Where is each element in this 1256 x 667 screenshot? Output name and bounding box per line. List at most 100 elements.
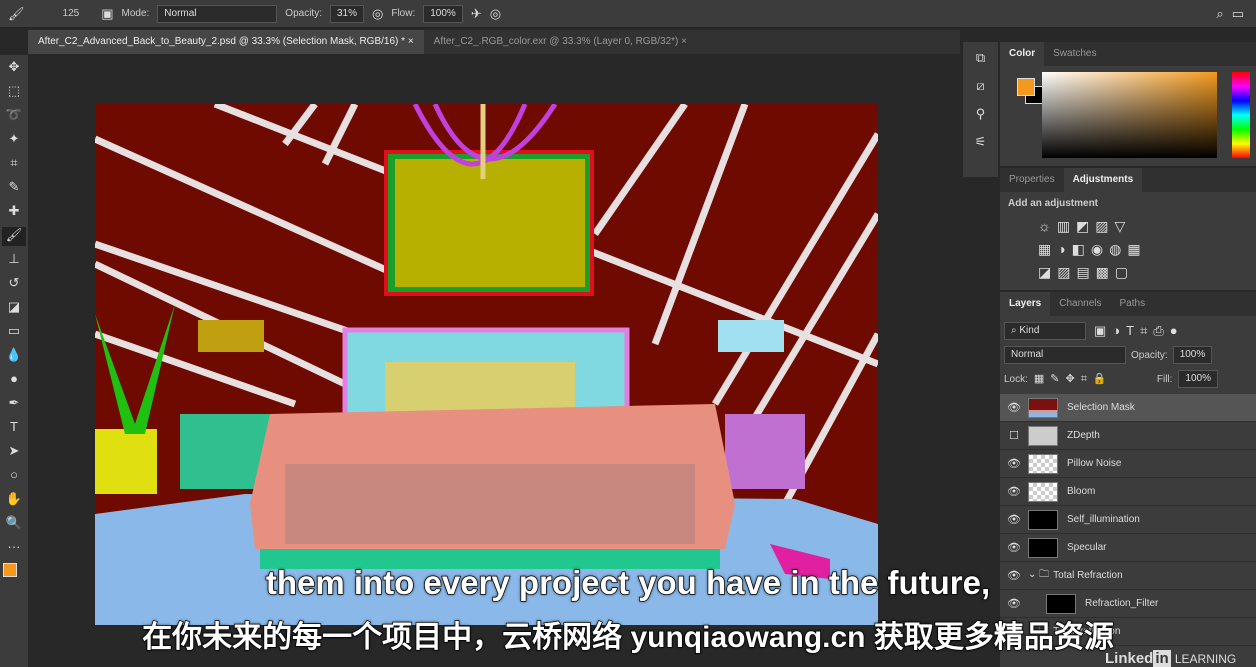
adjust-icon[interactable]: ⚟ [975,134,987,150]
subtitle-chinese: 在你未来的每一个项目中，云桥网络 yunqiaowang.cn 获取更多精品资源 [141,620,1114,655]
mode-label: Mode: [121,8,150,19]
layer-name: Pillow Noise [1067,458,1122,469]
layer-row[interactable]: 👁 Bloom [1000,478,1256,506]
tab-document-1[interactable]: After_C2_Advanced_Back_to_Beauty_2.psd @… [28,30,424,54]
layer-list: 👁 Selection Mask ☐ ZDepth 👁 Pillow Noise 👁 Bloo… [1000,394,1256,646]
layer-opacity-input[interactable]: 100% [1172,346,1213,364]
layer-thumbnail [1028,453,1058,474]
pressure-opacity-icon[interactable]: ◎ [372,6,383,22]
eye-icon[interactable]: 👁 [1000,541,1028,554]
fill-input[interactable]: 100% [1178,370,1218,388]
opacity-label: Opacity: [1131,349,1168,361]
opacity-label: Opacity: [285,8,322,19]
tab-swatches[interactable]: Swatches [1044,42,1105,66]
stamp-tool-icon[interactable]: ⊥ [8,251,19,270]
history-icon[interactable]: ⧉ [976,50,985,66]
pen-tool-icon[interactable]: ✒ [9,395,20,414]
blend-mode-select[interactable]: Normal [1004,346,1126,364]
layer-thumbnail [1028,397,1058,418]
lock-label: Lock: [1004,373,1028,385]
filter-icons[interactable]: ▣◑T⌗⎙● [1094,323,1184,339]
hue-slider[interactable] [1232,72,1250,158]
tab-adjustments[interactable]: Adjustments [1063,168,1143,192]
layer-thumbnail [1028,537,1058,558]
eye-icon[interactable]: 👁 [1000,401,1028,414]
history-brush-icon[interactable]: ↺ [9,275,20,294]
layer-thumbnail [1028,509,1058,530]
brush-tool-icon[interactable]: 🖌 [8,6,25,22]
hand-tool-icon[interactable]: ✋ [6,491,22,510]
eyedropper-icon[interactable]: ✎ [9,179,20,198]
flow-label: Flow: [391,8,416,19]
brush-settings-icon[interactable]: ▣ [101,6,113,22]
layer-thumbnail [1028,425,1058,446]
layer-name: ZDepth [1067,430,1100,441]
lasso-tool-icon[interactable]: ➰ [6,107,22,126]
blur-tool-icon[interactable]: 💧 [6,347,22,366]
mode-select[interactable]: Normal [157,4,278,23]
tab-paths[interactable]: Paths [1111,292,1155,316]
document-canvas[interactable] [95,104,878,625]
visibility-off-box[interactable]: ☐ [1000,429,1028,442]
adjustments-title: Add an adjustment [1008,198,1099,209]
layer-name: Self_illumination [1067,514,1140,525]
eraser-icon[interactable]: ◪ [8,299,20,318]
layer-name: Selection Mask [1067,402,1135,413]
brush-tool-icon[interactable]: 🖌 [2,227,26,246]
tab-color[interactable]: Color [1000,42,1045,66]
layer-row[interactable]: ☐ ZDepth [1000,422,1256,450]
airbrush-icon[interactable]: ✈ [471,6,482,22]
close-icon[interactable]: × [681,36,687,47]
color-field[interactable] [1042,72,1217,158]
clone-source-icon[interactable]: ⚲ [976,106,986,122]
foreground-color[interactable] [1017,78,1035,96]
options-bar: 🖌 125 ▣ Mode: Normal Opacity: 31% ◎ Flow… [0,0,1256,28]
brush-size[interactable]: 125 [63,8,80,19]
healing-brush-icon[interactable]: ✚ [9,203,20,222]
document-tabs: After_C2_Advanced_Back_to_Beauty_2.psd @… [28,30,960,54]
layer-row[interactable]: 👁 Selection Mask [1000,394,1256,422]
layer-name: Bloom [1067,486,1096,497]
fill-label: Fill: [1156,373,1173,385]
adjustment-icons[interactable]: ☼▥◩▨▽ ▦◑◧◉◍▦ ◪▨▤▩▢ [1000,215,1256,284]
eye-icon[interactable]: 👁 [1000,513,1028,526]
type-tool-icon[interactable]: T [10,419,18,438]
gradient-icon[interactable]: ▭ [8,323,20,342]
move-tool-icon[interactable]: ✥ [9,59,20,78]
crop-tool-icon[interactable]: ⌗ [10,155,17,174]
subtitle-english: them into every project you have in the … [265,563,991,602]
opacity-input[interactable]: 31% [329,4,364,23]
zoom-tool-icon[interactable]: 🔍 [6,515,22,534]
layer-name: Specular [1067,542,1107,553]
filter-kind-select[interactable]: ⌕ Kind [1004,322,1086,340]
marquee-tool-icon[interactable]: ⬚ [8,83,20,102]
layer-row[interactable]: 👁 Pillow Noise [1000,450,1256,478]
pressure-size-icon[interactable]: ◎ [490,6,501,22]
render-mask-image [95,104,878,625]
layers-panel: Layers Channels Paths ⌕ Kind ▣◑T⌗⎙● Normal… [1000,292,1256,667]
linkedin-learning-watermark: Linked in LEARNING [1105,650,1237,667]
magic-wand-icon[interactable]: ✦ [9,131,20,150]
workspace-icon[interactable]: ▭ [1232,6,1244,22]
adjustments-panel: Properties Adjustments Add an adjustment … [1000,168,1256,290]
brush-settings-icon[interactable]: ⧄ [976,78,984,94]
close-icon[interactable]: × [408,36,414,47]
layer-row[interactable]: 👁 Specular [1000,534,1256,562]
dodge-tool-icon[interactable]: ● [10,371,18,390]
tab-properties[interactable]: Properties [1000,168,1064,192]
tab-channels[interactable]: Channels [1050,292,1110,316]
panel-icon-strip: ⧉ ⧄ ⚲ ⚟ [963,42,998,177]
flow-input[interactable]: 100% [423,4,463,23]
lock-icons[interactable]: ▦✎✥⌗🔒 [1034,372,1113,386]
layer-thumbnail [1028,481,1058,502]
filter-kind-value: Kind [1019,325,1040,336]
search-icon[interactable]: ⌕ [1216,6,1223,22]
path-select-icon[interactable]: ➤ [9,443,20,462]
layer-row[interactable]: 👁 Self_illumination [1000,506,1256,534]
tab-layers[interactable]: Layers [1000,292,1051,316]
more-tools-icon[interactable]: ··· [8,539,21,558]
eye-icon[interactable]: 👁 [1000,457,1028,470]
tab-document-2[interactable]: After_C2_.RGB_color.exr @ 33.3% (Layer 0… [424,30,697,54]
shape-tool-icon[interactable]: ○ [10,467,18,486]
eye-icon[interactable]: 👁 [1000,485,1028,498]
